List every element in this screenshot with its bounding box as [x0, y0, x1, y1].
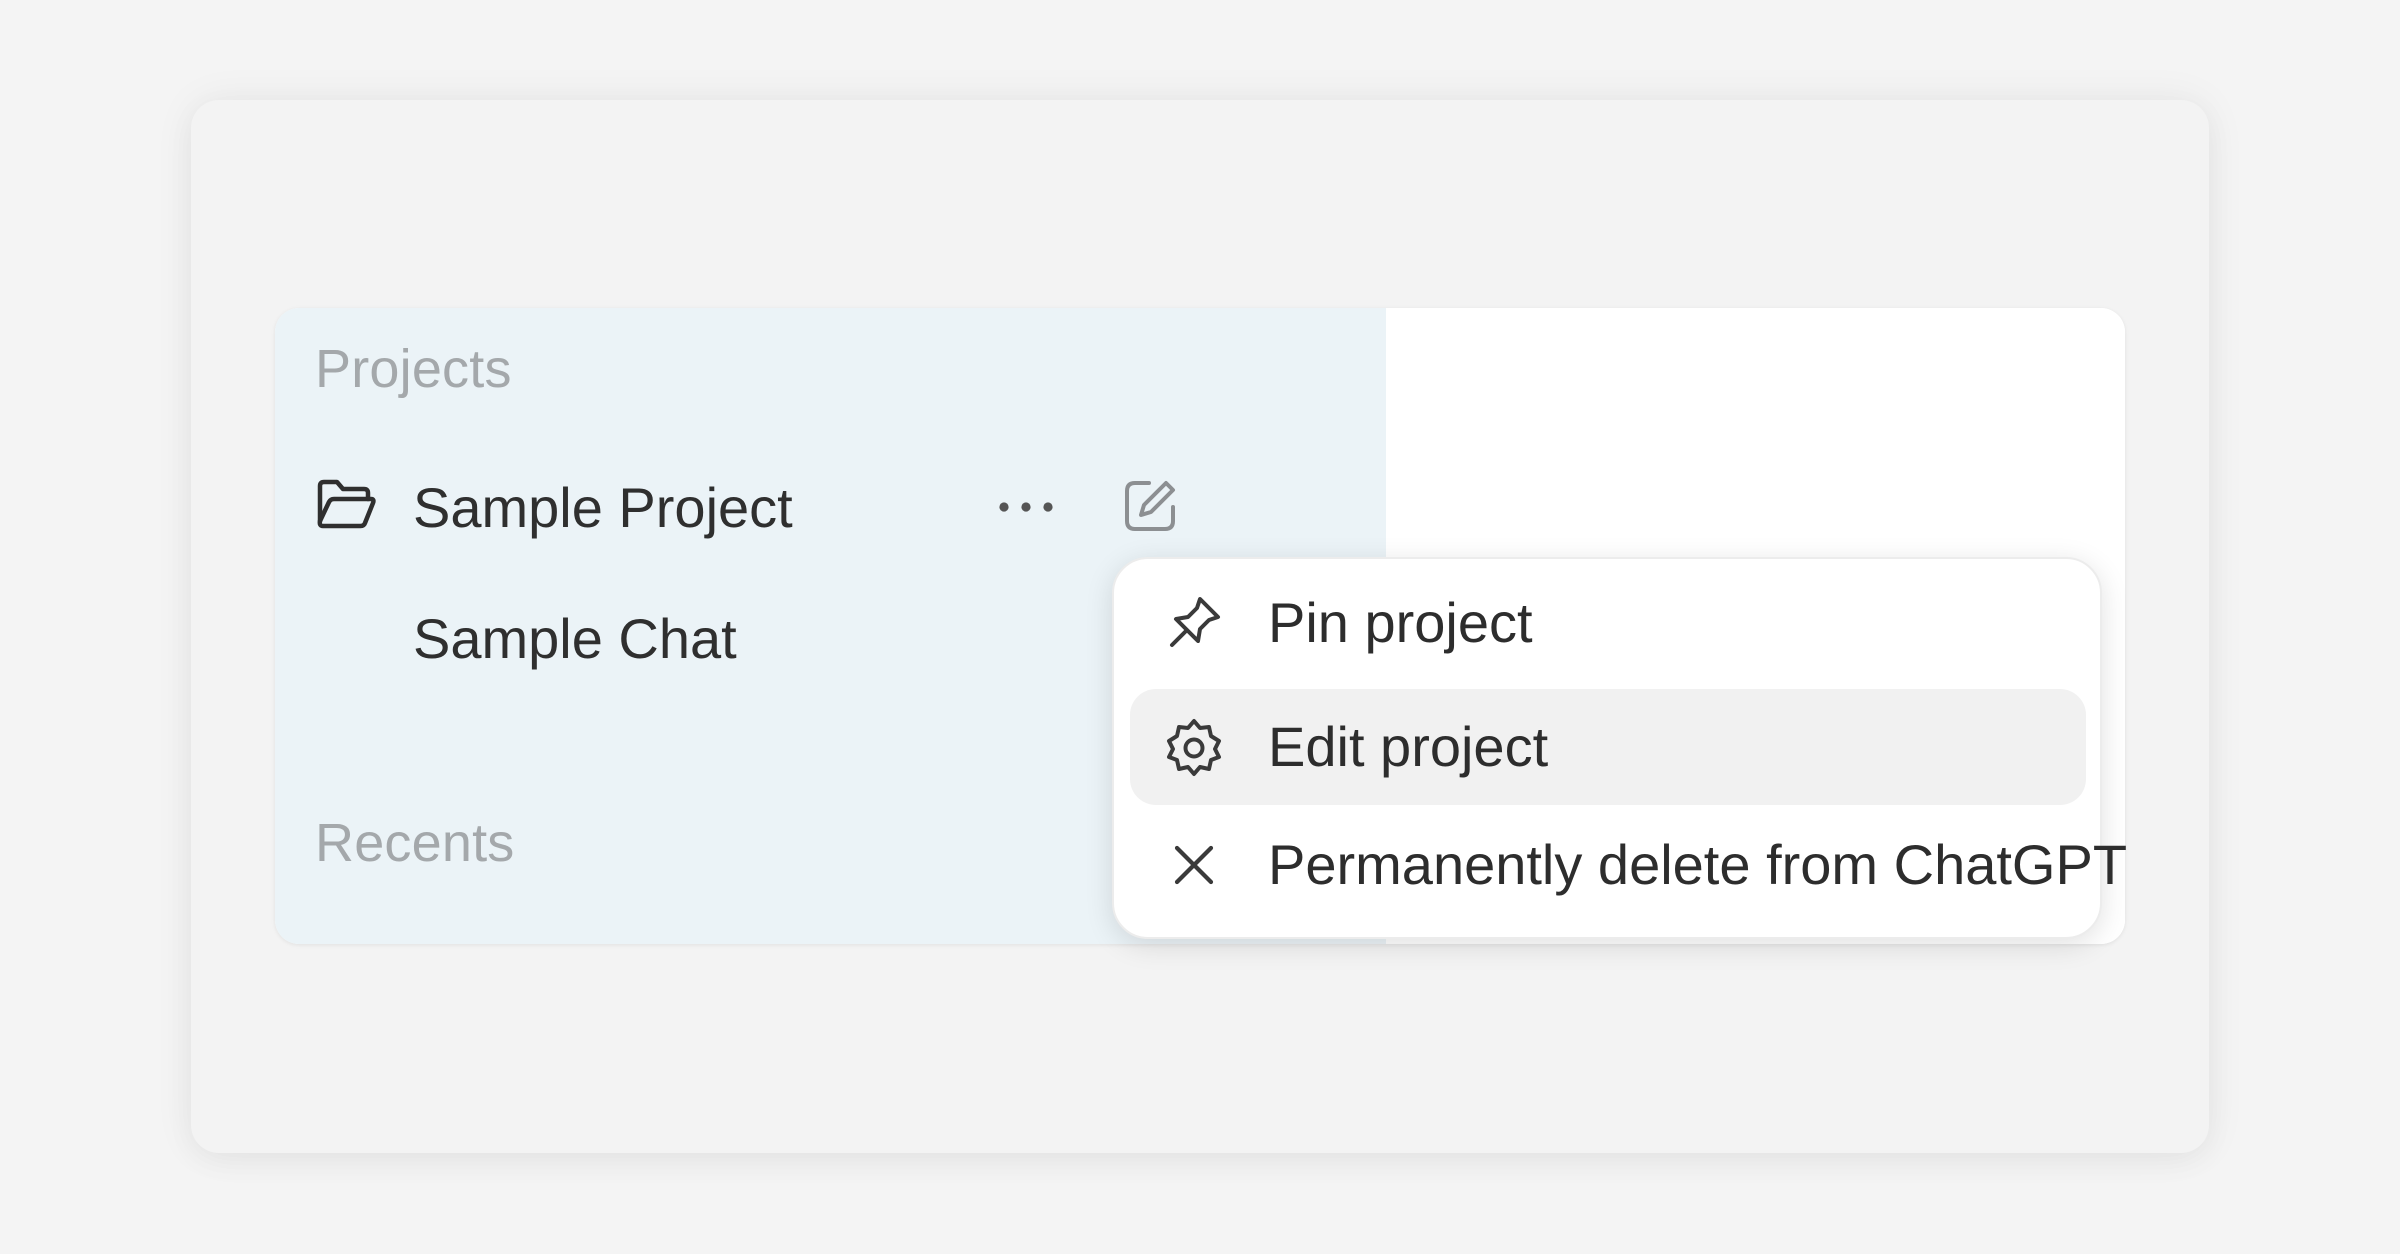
menu-item-edit-project[interactable]: Edit project: [1130, 689, 2086, 805]
gear-icon: [1164, 717, 1224, 777]
project-context-menu: Pin project Edit project Permanently del…: [1112, 557, 2127, 939]
compose-icon: [1121, 481, 1179, 539]
menu-item-label: Permanently delete from ChatGPT: [1268, 833, 2128, 896]
menu-item-pin-project[interactable]: Pin project: [1130, 565, 2086, 681]
project-label: Sample Project: [413, 476, 793, 539]
chat-label: Sample Chat: [413, 607, 737, 670]
menu-item-label: Pin project: [1268, 591, 1533, 654]
menu-item-label: Edit project: [1268, 715, 1549, 778]
sidebar-item-sample-project[interactable]: Sample Project: [315, 463, 1340, 553]
recents-section-title: Recents: [315, 813, 515, 873]
folder-open-icon: [315, 477, 377, 533]
pin-icon: [1164, 593, 1224, 653]
project-options-button[interactable]: [993, 479, 1059, 535]
ellipsis-icon: [993, 502, 1059, 539]
close-icon: [1164, 835, 1224, 895]
projects-section-title: Projects: [315, 339, 512, 399]
menu-item-delete-project[interactable]: Permanently delete from ChatGPT: [1130, 807, 2127, 923]
new-chat-in-project-button[interactable]: [1121, 477, 1179, 535]
